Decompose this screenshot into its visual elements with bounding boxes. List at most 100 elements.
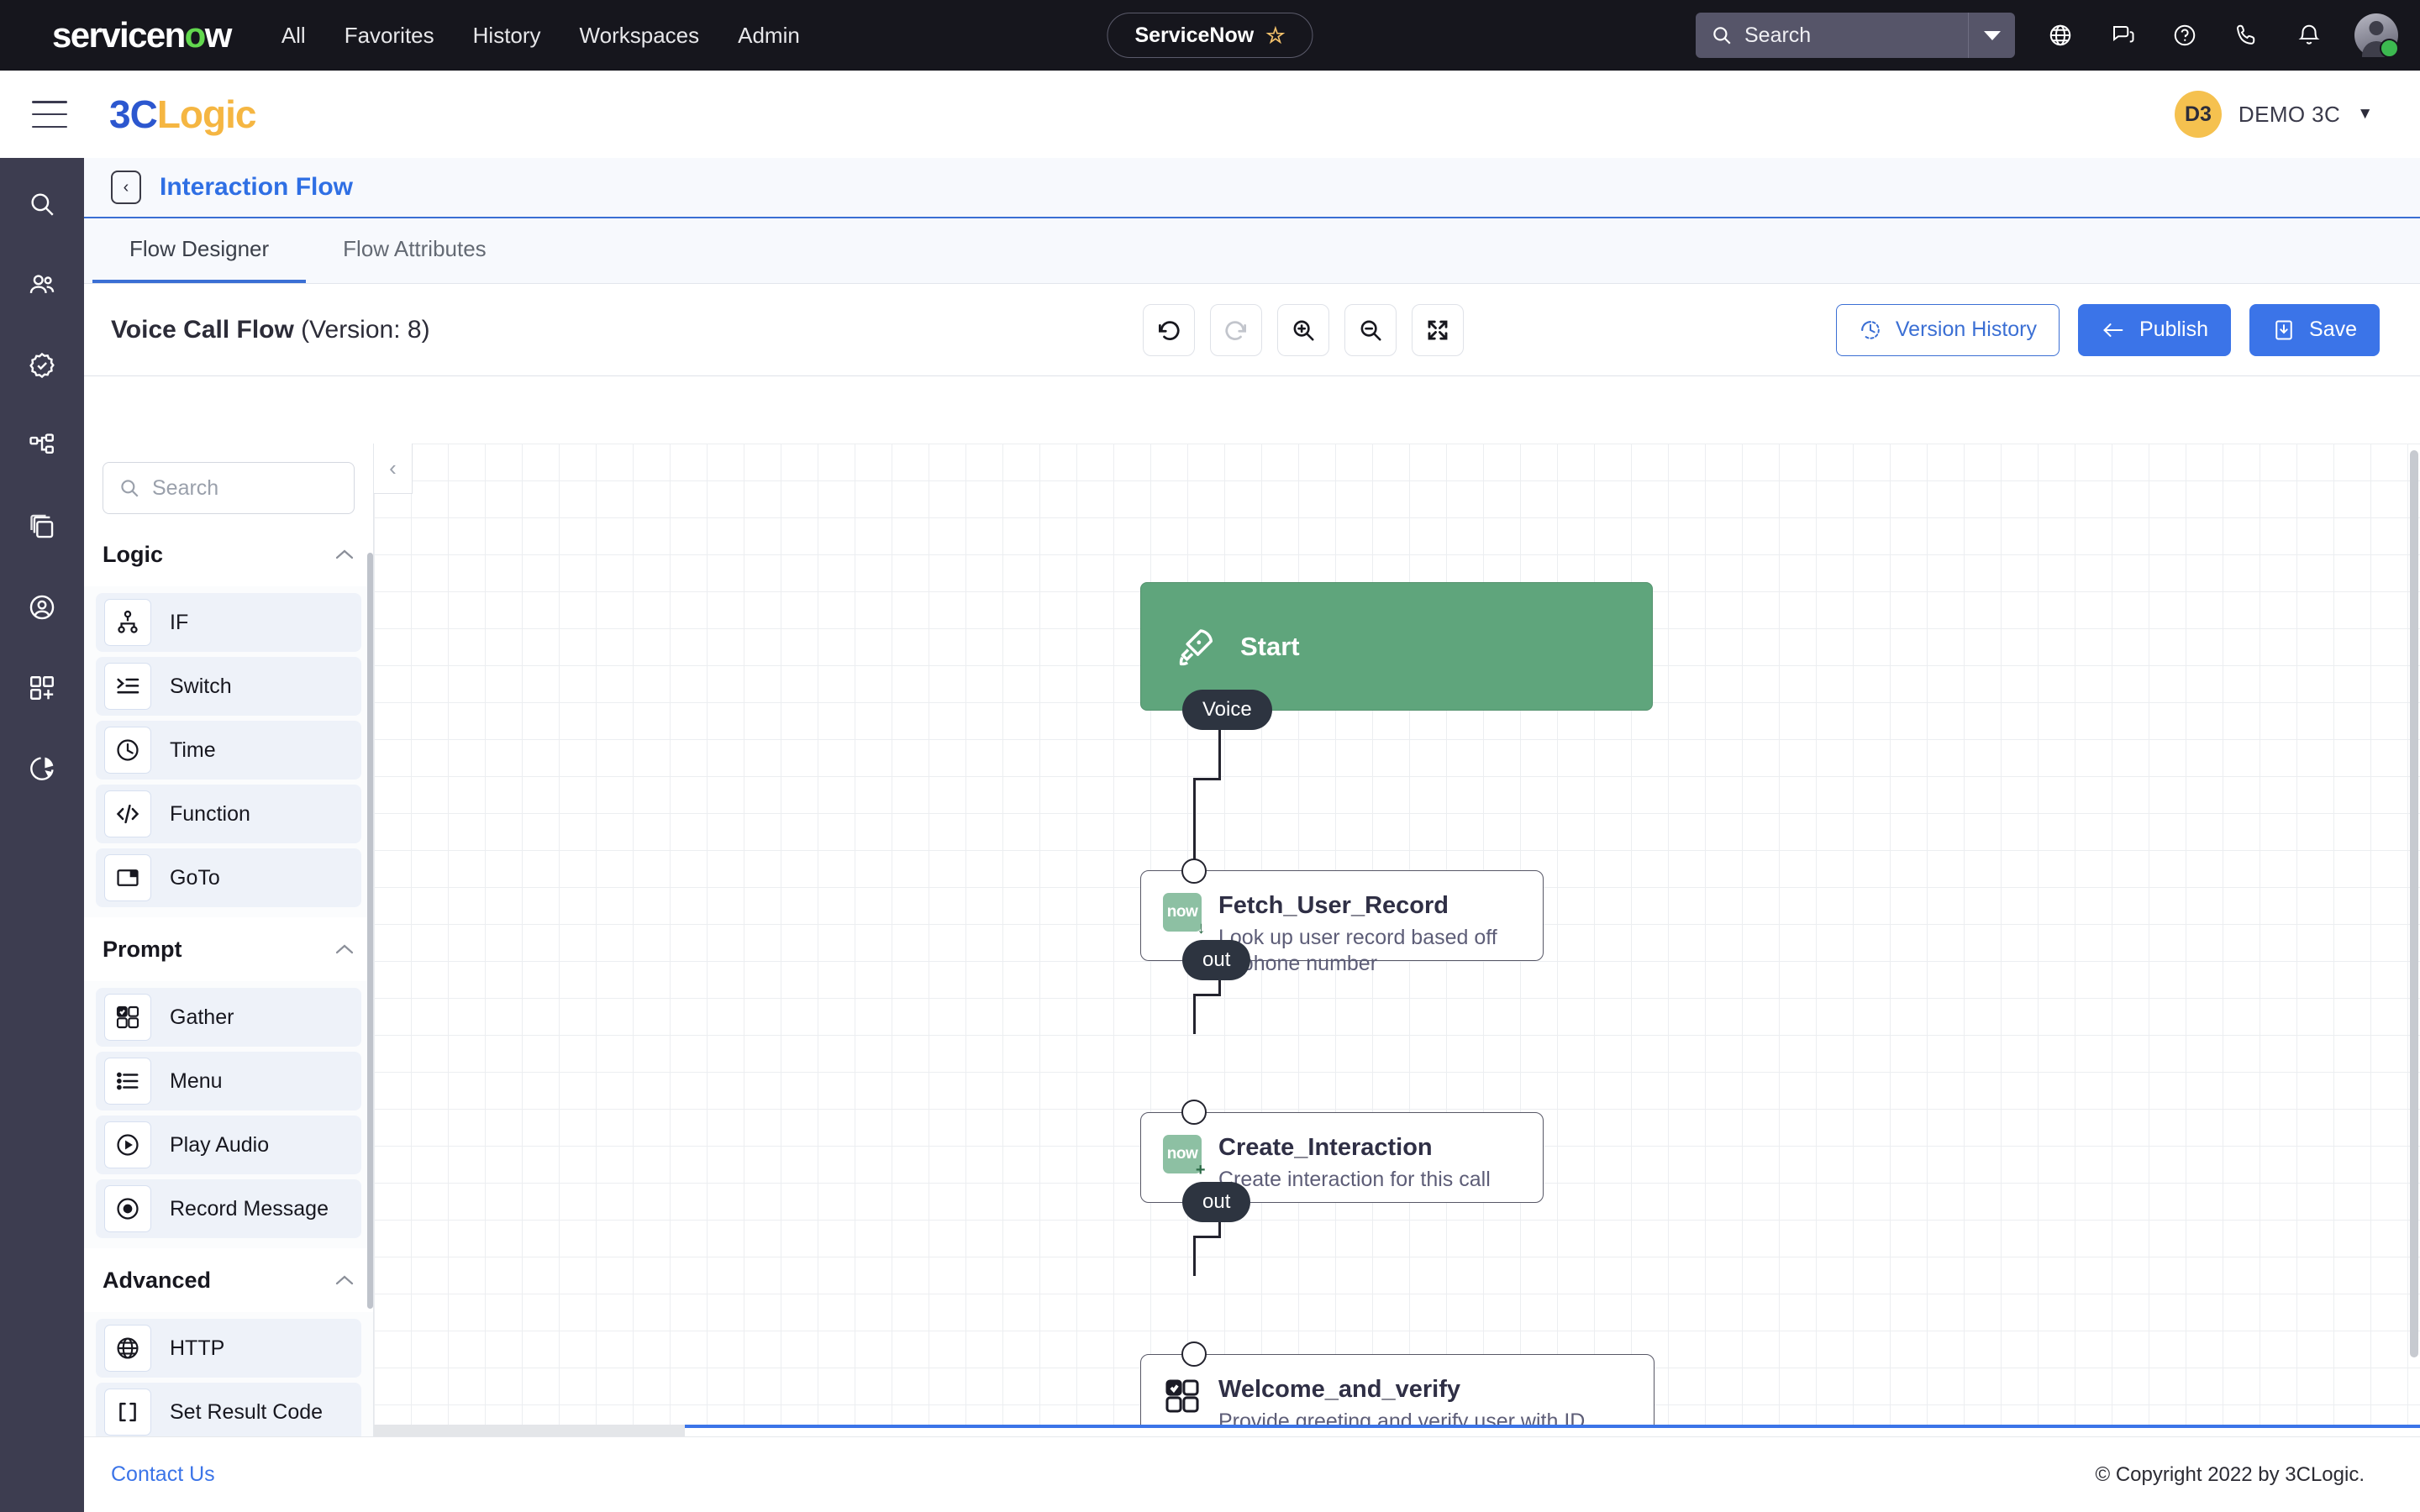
org-switcher[interactable]: D3 DEMO 3C ▼ bbox=[2174, 71, 2373, 158]
flow-port-fetch-out[interactable]: out bbox=[1182, 940, 1251, 980]
flow-node-create-desc: Create interaction for this call bbox=[1218, 1167, 1491, 1191]
undo-icon[interactable] bbox=[1143, 303, 1195, 356]
rail-copy-layers-icon[interactable] bbox=[18, 502, 66, 551]
help-icon[interactable] bbox=[2168, 18, 2202, 52]
node-anchor-welcome[interactable] bbox=[1181, 1341, 1207, 1367]
zoom-in-icon[interactable] bbox=[1277, 303, 1329, 356]
rail-search-icon[interactable] bbox=[18, 180, 66, 228]
node-anchor-fetch[interactable] bbox=[1181, 858, 1207, 884]
publish-button[interactable]: Publish bbox=[2078, 303, 2232, 356]
contact-us-link[interactable]: Contact Us bbox=[111, 1462, 215, 1487]
notification-bell-icon[interactable] bbox=[2292, 18, 2326, 52]
flow-port-voice[interactable]: Voice bbox=[1182, 690, 1272, 730]
servicenow-instance-pill[interactable]: ServiceNow ☆ bbox=[1107, 13, 1313, 58]
page-title[interactable]: Interaction Flow bbox=[160, 173, 353, 202]
palette-search-input[interactable]: Search bbox=[103, 462, 355, 514]
palette-group-advanced[interactable]: Advanced bbox=[84, 1248, 373, 1312]
avatar[interactable] bbox=[2354, 13, 2399, 58]
redo-icon[interactable] bbox=[1210, 303, 1262, 356]
palette-item-gather[interactable]: Gather bbox=[96, 988, 361, 1047]
palette-item-switch[interactable]: Switch bbox=[96, 657, 361, 716]
flow-node-welcome-title: Welcome_and_verify bbox=[1218, 1376, 1460, 1403]
work-area: Search Logic IF Switch Time Function GoT… bbox=[84, 444, 2420, 1436]
canvas-vertical-scrollbar[interactable] bbox=[2410, 450, 2418, 1357]
version-history-button[interactable]: Version History bbox=[1835, 303, 2060, 356]
palette-section-prompt: Gather Menu Play Audio Record Message bbox=[84, 981, 373, 1248]
nav-item-history[interactable]: History bbox=[473, 24, 541, 46]
palette-item-set-result-code[interactable]: Set Result Code bbox=[96, 1383, 361, 1436]
palette-item-http[interactable]: HTTP bbox=[96, 1319, 361, 1378]
version-history-label: Version History bbox=[1895, 318, 2038, 341]
flow-node-fetch-user-record[interactable]: now ↓ Fetch_User_Record Look up user reco… bbox=[1140, 870, 1544, 980]
avatar-head bbox=[2369, 21, 2384, 35]
node-anchor-create[interactable] bbox=[1181, 1100, 1207, 1125]
palette-group-prompt[interactable]: Prompt bbox=[84, 917, 373, 981]
star-icon[interactable]: ☆ bbox=[1265, 24, 1285, 46]
palette-item-goto-label: GoTo bbox=[170, 865, 220, 890]
menu-hamburger-icon[interactable] bbox=[32, 101, 67, 128]
canvas-horizontal-scrollbar[interactable] bbox=[374, 1425, 2420, 1436]
flow-port-create-out[interactable]: out bbox=[1182, 1182, 1251, 1222]
palette-item-goto[interactable]: GoTo bbox=[96, 848, 361, 907]
palette-search-wrap: Search bbox=[84, 444, 373, 522]
flow-node-create-interaction[interactable]: now + Create_Interaction Create interacti… bbox=[1140, 1112, 1544, 1222]
palette-item-menu[interactable]: Menu bbox=[96, 1052, 361, 1110]
palette-item-time[interactable]: Time bbox=[96, 721, 361, 780]
flow-title: Voice Call Flow (Version: 8) bbox=[111, 316, 430, 344]
tab-flow-designer[interactable]: Flow Designer bbox=[92, 218, 307, 283]
chevron-up-icon[interactable] bbox=[334, 549, 355, 560]
palette-section-advanced: HTTP Set Result Code Set Attributes bbox=[84, 1312, 373, 1436]
tab-bar: Flow Designer Flow Attributes bbox=[84, 218, 2420, 284]
save-label: Save bbox=[2309, 318, 2357, 341]
save-button[interactable]: Save bbox=[2249, 303, 2380, 356]
tab-flow-attributes[interactable]: Flow Attributes bbox=[306, 218, 523, 283]
zoom-out-icon[interactable] bbox=[1344, 303, 1397, 356]
global-search[interactable]: Search bbox=[1696, 13, 2015, 58]
nav-item-all[interactable]: All bbox=[281, 24, 306, 46]
canvas-tools bbox=[1143, 303, 1464, 356]
servicenow-logo[interactable]: servicenow bbox=[52, 18, 232, 53]
chevron-up-icon[interactable] bbox=[334, 1274, 355, 1286]
globe-icon[interactable] bbox=[2044, 18, 2077, 52]
rail-quality-badge-icon[interactable] bbox=[18, 341, 66, 390]
collapse-palette-button[interactable]: ‹ bbox=[374, 444, 413, 494]
chevron-left-icon[interactable]: ‹ bbox=[111, 171, 141, 204]
fit-screen-icon[interactable] bbox=[1412, 303, 1464, 356]
rail-contacts-icon[interactable] bbox=[18, 260, 66, 309]
rail-add-widget-icon[interactable] bbox=[18, 664, 66, 712]
servicenow-nav: All Favorites History Workspaces Admin bbox=[281, 24, 800, 46]
globe-icon bbox=[104, 1325, 151, 1372]
palette-scrollbar[interactable] bbox=[367, 553, 373, 1309]
nav-item-favorites[interactable]: Favorites bbox=[345, 24, 434, 46]
flow-title-version: (Version: 8) bbox=[293, 315, 430, 344]
rail-flow-hierarchy-icon[interactable] bbox=[18, 422, 66, 470]
flow-node-start-label: Start bbox=[1240, 631, 1300, 661]
canvas-hscroll-track bbox=[685, 1425, 2420, 1428]
conversations-icon[interactable] bbox=[2106, 18, 2139, 52]
palette-item-if-label: IF bbox=[170, 610, 189, 634]
3clogic-logo[interactable]: 3CLogic bbox=[109, 95, 256, 134]
braces-icon bbox=[104, 1389, 151, 1436]
page-container: ‹ Interaction Flow Flow Designer Flow At… bbox=[84, 158, 2420, 1512]
palette-item-record-message[interactable]: Record Message bbox=[96, 1179, 361, 1238]
instance-pill-label: ServiceNow bbox=[1134, 23, 1255, 47]
palette-group-logic[interactable]: Logic bbox=[84, 522, 373, 586]
search-dropdown-button[interactable] bbox=[1968, 13, 2015, 58]
rail-reports-pie-icon[interactable] bbox=[18, 744, 66, 793]
flow-node-start[interactable]: Start Voice bbox=[1140, 582, 1653, 730]
phone-icon[interactable] bbox=[2230, 18, 2264, 52]
palette-group-prompt-title: Prompt bbox=[103, 936, 182, 962]
flow-canvas[interactable]: ‹ Start Voice now ↓ Fetch_User_Record Lo… bbox=[374, 444, 2420, 1436]
edge-fetch-to-create-h bbox=[1193, 994, 1221, 996]
nav-item-admin[interactable]: Admin bbox=[738, 24, 800, 46]
palette-item-if[interactable]: IF bbox=[96, 593, 361, 652]
palette-item-function[interactable]: Function bbox=[96, 785, 361, 843]
search-input[interactable]: Search bbox=[1696, 13, 1968, 58]
chevron-up-icon[interactable] bbox=[334, 943, 355, 955]
palette-item-play-audio[interactable]: Play Audio bbox=[96, 1116, 361, 1174]
edge-start-to-fetch-v2 bbox=[1193, 778, 1196, 864]
canvas-hscroll-thumb[interactable] bbox=[374, 1425, 685, 1436]
rail-user-circle-icon[interactable] bbox=[18, 583, 66, 632]
palette-item-record-message-label: Record Message bbox=[170, 1196, 329, 1221]
nav-item-workspaces[interactable]: Workspaces bbox=[580, 24, 700, 46]
